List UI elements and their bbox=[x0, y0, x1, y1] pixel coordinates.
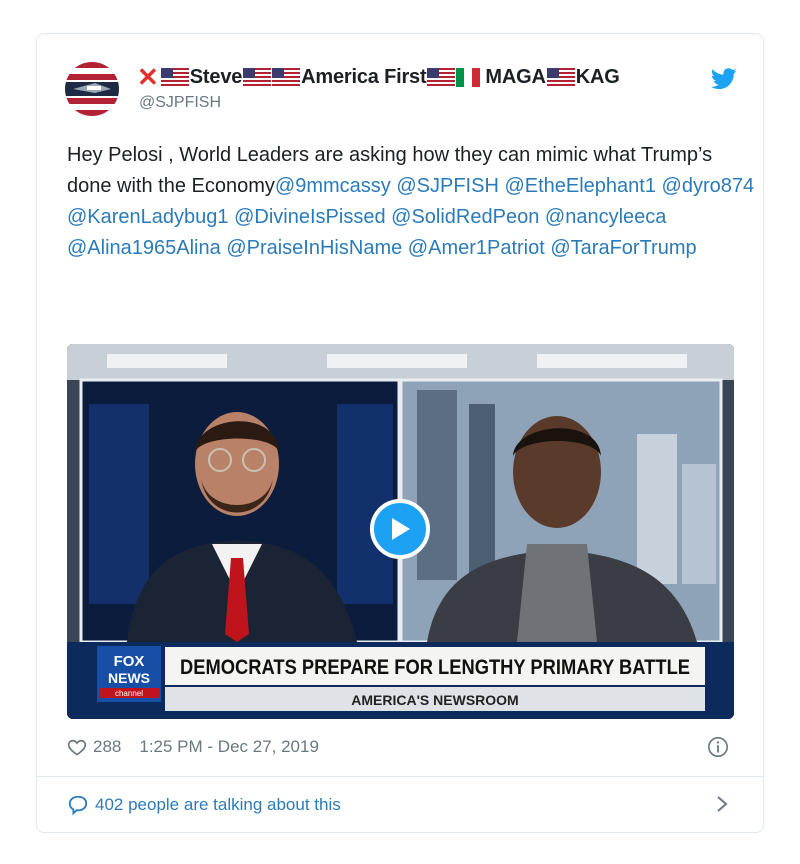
video-program-name: AMERICA'S NEWSROOM bbox=[351, 692, 518, 708]
tweet-card: ✕ Steve America First MAGA KAG @SJPFISH … bbox=[36, 33, 764, 833]
video-headline: DEMOCRATS PREPARE FOR LENGTHY PRIMARY BA… bbox=[180, 656, 690, 679]
footer-divider bbox=[37, 776, 763, 777]
mention-link[interactable]: @KarenLadybug1 bbox=[67, 206, 229, 228]
twitter-bird-icon[interactable] bbox=[710, 68, 737, 90]
fox-logo-line2: NEWS bbox=[108, 670, 150, 686]
play-icon bbox=[392, 518, 410, 540]
us-flag-icon bbox=[427, 67, 456, 87]
fox-logo-line3: channel bbox=[115, 689, 143, 698]
conversation-link[interactable]: 402 people are talking about this bbox=[67, 790, 733, 820]
display-name-row[interactable]: ✕ Steve America First MAGA KAG bbox=[137, 64, 620, 90]
heart-icon[interactable] bbox=[67, 737, 87, 757]
fox-logo-line1: FOX bbox=[114, 653, 145, 670]
conversation-count: 402 people are talking about this bbox=[95, 795, 341, 814]
us-flag-icon bbox=[272, 67, 301, 87]
mention-link[interactable]: @Amer1Patriot bbox=[408, 237, 545, 259]
like-count[interactable]: 288 bbox=[93, 737, 121, 757]
mention-link[interactable]: @TaraForTrump bbox=[550, 237, 696, 259]
display-name-part: KAG bbox=[575, 65, 620, 88]
chevron-right-icon bbox=[715, 794, 729, 814]
us-flag-icon bbox=[546, 67, 575, 87]
mention-link[interactable]: @DivineIsPissed bbox=[234, 206, 385, 228]
info-icon[interactable] bbox=[707, 736, 729, 758]
tweet-header: ✕ Steve America First MAGA KAG @SJPFISH bbox=[65, 60, 743, 120]
x-mark-icon: ✕ bbox=[137, 62, 159, 92]
display-name-part: MAGA bbox=[485, 65, 546, 88]
mention-link[interactable]: @SJPFISH bbox=[396, 175, 499, 197]
display-name-part: Steve bbox=[189, 65, 243, 88]
us-flag-icon bbox=[243, 67, 272, 87]
mention-link[interactable]: @SolidRedPeon bbox=[391, 206, 539, 228]
tweet-meta: 288 1:25 PM - Dec 27, 2019 bbox=[67, 734, 733, 760]
mention-link[interactable]: @PraiseInHisName bbox=[226, 237, 402, 259]
mention-link[interactable]: @EtheElephant1 bbox=[504, 175, 656, 197]
speech-bubble-icon bbox=[67, 794, 89, 816]
mention-link[interactable]: @9mmcassy bbox=[275, 175, 391, 197]
avatar[interactable] bbox=[65, 62, 119, 116]
display-name[interactable]: Steve America First MAGA KAG bbox=[160, 65, 620, 89]
play-button[interactable] bbox=[370, 499, 430, 559]
mention-link[interactable]: @nancyleeca bbox=[545, 206, 666, 228]
mention-link[interactable]: @dyro874 bbox=[662, 175, 755, 197]
tweet-timestamp[interactable]: 1:25 PM - Dec 27, 2019 bbox=[139, 737, 319, 757]
us-flag-icon bbox=[160, 67, 189, 87]
italy-flag-icon bbox=[456, 67, 484, 87]
mention-link[interactable]: @Alina1965Alina bbox=[67, 237, 221, 259]
tweet-text: Hey Pelosi , World Leaders are asking ho… bbox=[67, 140, 757, 264]
video-player[interactable]: FOX NEWS channel DEMOCRATS PREPARE FOR L… bbox=[67, 344, 734, 719]
display-name-part: America First bbox=[301, 65, 427, 88]
user-handle[interactable]: @SJPFISH bbox=[139, 94, 221, 112]
